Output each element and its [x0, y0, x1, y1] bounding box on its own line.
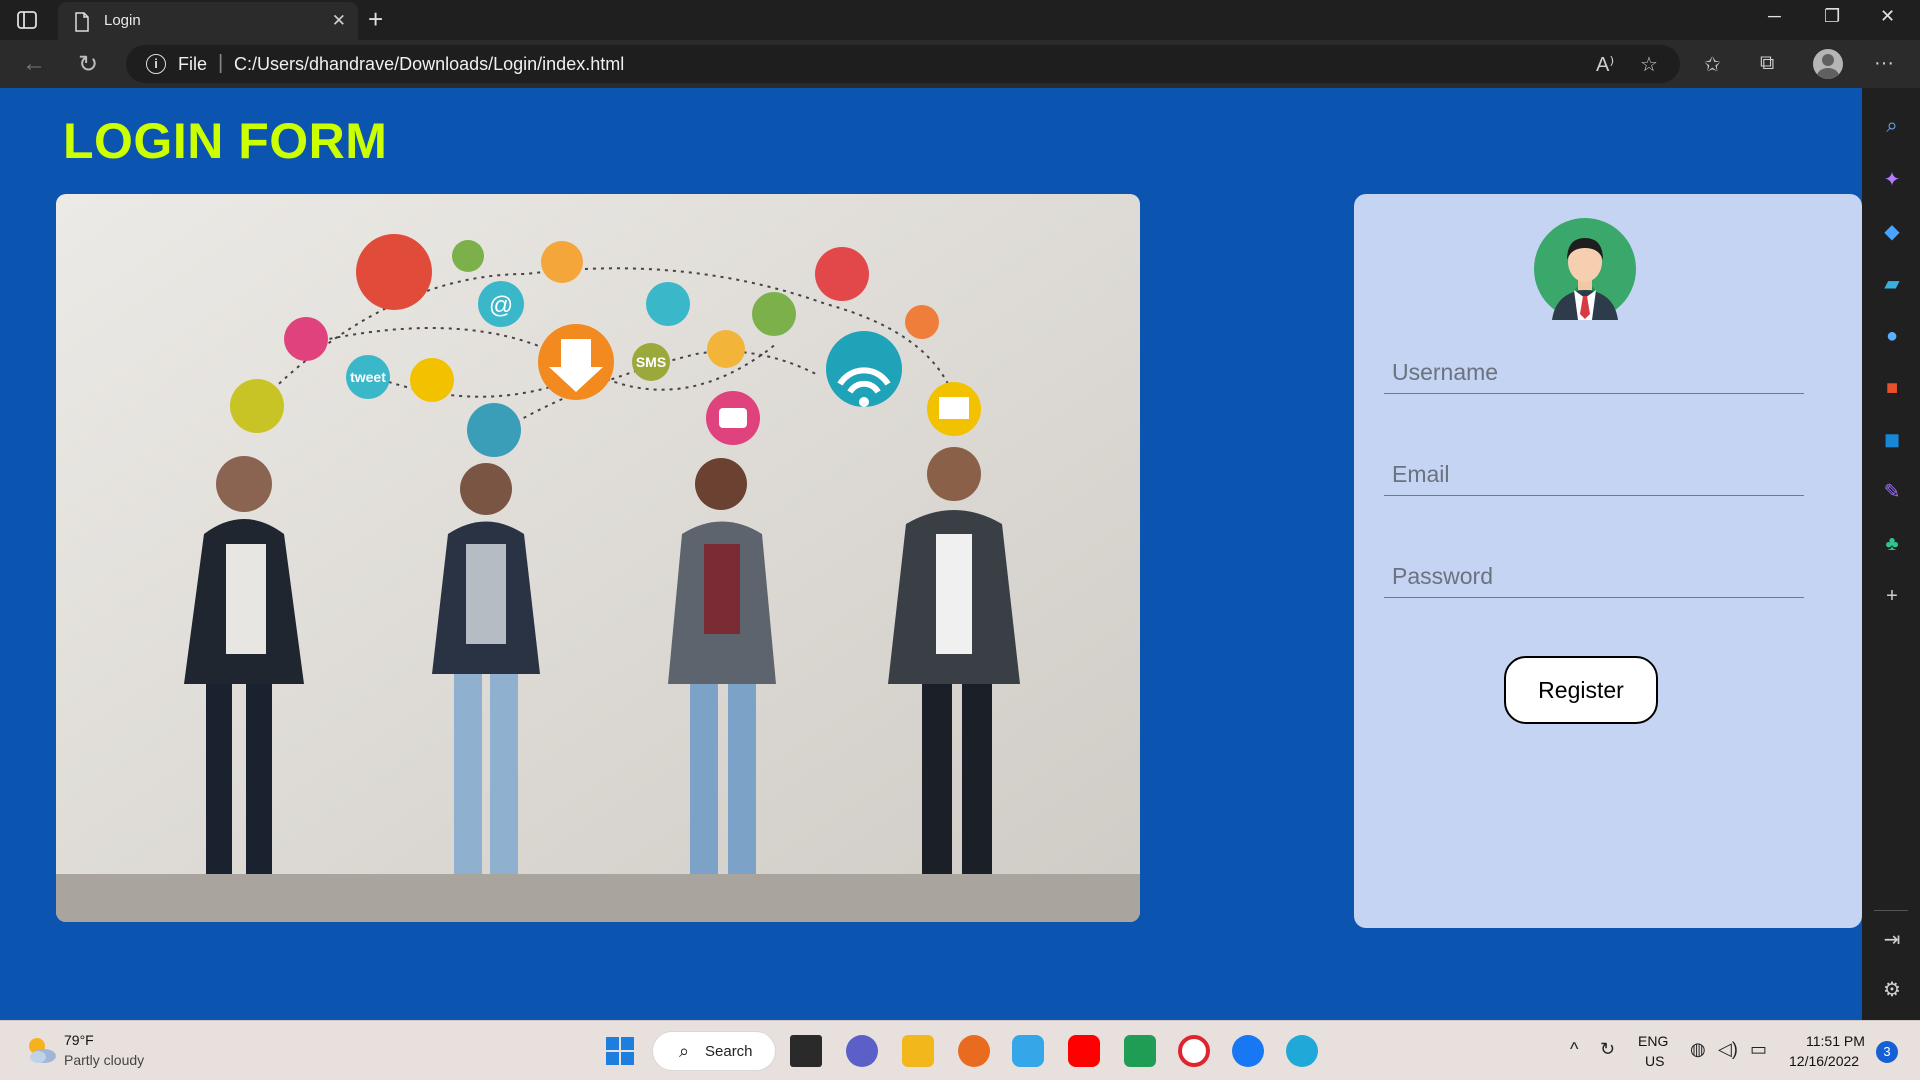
minimize-icon[interactable]: ─ [1768, 6, 1781, 27]
email-input[interactable] [1384, 446, 1804, 496]
document-icon [75, 12, 89, 32]
tools-icon[interactable]: ▰ [1880, 272, 1904, 296]
region-label[interactable]: US [1645, 1053, 1664, 1069]
add-favorite-icon[interactable]: ☆ [1640, 52, 1658, 77]
language-label[interactable]: ENG [1638, 1033, 1668, 1049]
teams-chat-icon[interactable] [846, 1035, 878, 1067]
file-explorer-icon[interactable] [902, 1035, 934, 1067]
search-magnifier-icon: ⌕ [679, 1041, 690, 1061]
chevron-up-icon[interactable]: ^ [1570, 1039, 1578, 1060]
start-icon[interactable] [604, 1035, 636, 1067]
edge-sidebar: ⌕ ✦ ◆ ▰ ● ■ ◼ ✎ ♣ + ⇥ ⚙ [1862, 88, 1920, 1020]
windows-taskbar: 79°F Partly cloudy ⌕ Search ^ ↻ ENG US ◍… [0, 1020, 1920, 1080]
task-view-icon[interactable] [790, 1035, 822, 1067]
omnibox[interactable]: i File | C:/Users/dhandrave/Downloads/Lo… [126, 45, 1680, 83]
weather-condition: Partly cloudy [64, 1052, 145, 1068]
taskbar-search-label: Search [705, 1043, 753, 1060]
info-icon[interactable]: i [146, 54, 166, 74]
favorites-icon[interactable]: ✩ [1704, 52, 1721, 77]
register-button[interactable]: Register [1504, 656, 1658, 724]
login-card: Register [1354, 194, 1862, 928]
classroom-icon[interactable] [1124, 1035, 1156, 1067]
weather-temp: 79°F [64, 1032, 94, 1048]
password-input[interactable] [1384, 548, 1804, 598]
restore-icon[interactable]: ❐ [1824, 6, 1840, 27]
sidebar-divider [1874, 910, 1908, 911]
hero-image: tweet SMS @ [56, 194, 1140, 922]
tab-login[interactable]: Login ✕ [58, 2, 358, 40]
designer-icon[interactable]: ✎ [1880, 480, 1904, 504]
sync-icon[interactable]: ↻ [1600, 1039, 1615, 1060]
tab-actions-icon[interactable] [16, 9, 38, 31]
search-icon[interactable]: ⌕ [1880, 114, 1904, 138]
add-icon[interactable]: + [1880, 584, 1904, 608]
browser-tab-bar: Login ✕ + ─ ❐ ✕ [0, 0, 1920, 40]
settings-icon[interactable]: ⚙ [1880, 978, 1904, 1002]
tab-title: Login [104, 12, 141, 29]
volume-icon[interactable]: ◁) [1718, 1039, 1738, 1060]
bilibili-icon[interactable] [1012, 1035, 1044, 1067]
hero-label-sms: SMS [636, 354, 666, 370]
url-text[interactable]: C:/Users/dhandrave/Downloads/Login/index… [234, 54, 624, 75]
games-icon[interactable]: ● [1880, 324, 1904, 348]
office-icon[interactable]: ■ [1880, 376, 1904, 400]
copilot-icon[interactable]: ✦ [1880, 168, 1904, 192]
new-tab-icon[interactable]: + [368, 4, 383, 35]
drop-icon[interactable]: ♣ [1880, 532, 1904, 556]
clock-time[interactable]: 11:51 PM [1806, 1033, 1865, 1049]
address-bar: ← ↻ i File | C:/Users/dhandrave/Download… [0, 40, 1920, 88]
svg-text:@: @ [489, 292, 513, 319]
battery-icon[interactable]: ▭ [1750, 1039, 1767, 1060]
opera-icon[interactable] [1178, 1035, 1210, 1067]
shopping-icon[interactable]: ◆ [1880, 220, 1904, 244]
outlook-icon[interactable]: ◼ [1880, 428, 1904, 452]
youtube-icon[interactable] [1068, 1035, 1100, 1067]
refresh-icon[interactable]: ↻ [78, 50, 98, 79]
window-close-icon[interactable]: ✕ [1880, 6, 1895, 27]
firefox-icon[interactable] [958, 1035, 990, 1067]
profile-icon[interactable] [1813, 49, 1843, 79]
hero-label-tweet: tweet [350, 369, 386, 385]
collections-icon[interactable]: ⧉ [1760, 52, 1774, 75]
globe-icon[interactable]: ◍ [1690, 1039, 1706, 1060]
taskbar-search[interactable]: ⌕ Search [652, 1031, 776, 1071]
weather-icon[interactable] [24, 1033, 58, 1067]
edge-icon[interactable] [1286, 1035, 1318, 1067]
clock-date[interactable]: 12/16/2022 [1789, 1053, 1859, 1069]
read-aloud-icon[interactable]: A⁾ [1596, 52, 1614, 77]
facebook-icon[interactable] [1232, 1035, 1264, 1067]
notification-badge[interactable]: 3 [1876, 1041, 1898, 1063]
address-scheme: File [178, 54, 208, 74]
page-title: LOGIN FORM [63, 113, 388, 169]
username-input[interactable] [1384, 344, 1804, 394]
close-icon[interactable]: ✕ [332, 11, 346, 31]
sidebar-toggle-icon[interactable]: ⇥ [1880, 928, 1904, 952]
address-separator: | [218, 52, 224, 74]
more-icon[interactable]: ··· [1874, 52, 1894, 75]
back-icon[interactable]: ← [22, 50, 46, 78]
user-avatar-icon [1534, 218, 1636, 320]
